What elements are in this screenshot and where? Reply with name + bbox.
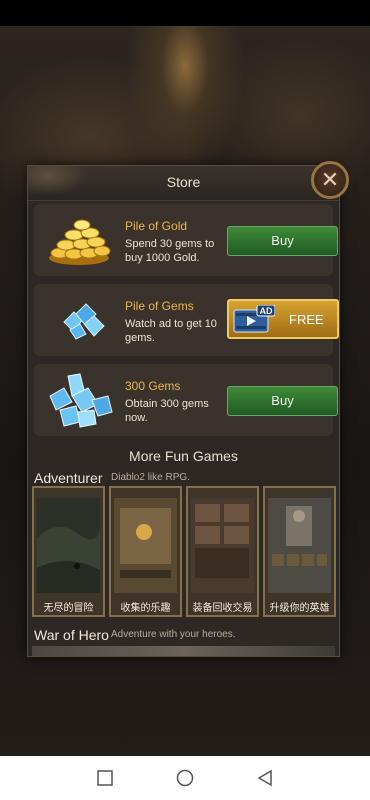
video-ad-icon: AD: [233, 305, 275, 333]
game-screenshot[interactable]: 收集的乐趣: [109, 486, 182, 617]
buy-gold-button[interactable]: Buy: [227, 226, 338, 256]
game-screenshot[interactable]: 装备回收交易: [186, 486, 259, 617]
close-icon: ✕: [320, 167, 340, 192]
screenshot-caption: 装备回收交易: [192, 603, 253, 614]
free-label: FREE: [289, 312, 324, 327]
triangle-icon[interactable]: [255, 768, 275, 788]
store-item-gold: Pile of Gold Spend 30 gems to buy 1000 G…: [34, 204, 338, 276]
store-item-gems-ad: Pile of Gems Watch ad to get 10 gems. AD…: [34, 284, 339, 356]
item-description: Spend 30 gems to buy 1000 Gold.: [125, 238, 215, 264]
screenshot-caption: 收集的乐趣: [120, 603, 171, 614]
game-tagline: Diablo2 like RPG.: [111, 472, 190, 483]
screenshot-caption: 升级你的英雄: [269, 603, 330, 614]
game-name-war-of-hero[interactable]: War of Hero: [34, 627, 109, 643]
next-game-preview[interactable]: [32, 646, 335, 656]
store-title: Store: [166, 174, 201, 190]
buy-300-gems-button[interactable]: Buy: [227, 386, 338, 416]
screenshot-image: [114, 498, 177, 593]
item-name: Pile of Gold: [125, 219, 188, 233]
close-button[interactable]: ✕: [311, 161, 349, 199]
game-screenshot[interactable]: 升级你的英雄: [263, 486, 336, 617]
store-item-300-gems: 300 Gems Obtain 300 gems now. Buy: [34, 364, 338, 436]
game-name-adventurer[interactable]: Adventurer: [34, 470, 102, 486]
gems-icon: [63, 303, 105, 340]
square-icon[interactable]: [95, 768, 115, 788]
item-name: Pile of Gems: [125, 299, 194, 313]
navigation-bar: [0, 756, 370, 800]
gem-cluster-icon: [49, 373, 113, 428]
game-tagline: Adventure with your heroes.: [111, 629, 236, 640]
watch-ad-free-button[interactable]: AD FREE: [227, 299, 339, 339]
status-bar: [0, 0, 370, 26]
game-screenshot[interactable]: 无尽的冒险: [32, 486, 105, 617]
item-description: Obtain 300 gems now.: [125, 398, 209, 424]
screenshot-image: [37, 498, 100, 593]
screenshot-caption: 无尽的冒险: [43, 603, 94, 614]
item-name: 300 Gems: [125, 379, 181, 393]
ad-badge: AD: [260, 306, 273, 316]
screenshot-image: [268, 498, 331, 593]
more-games-title: More Fun Games: [129, 448, 238, 464]
store-header: Store: [28, 166, 339, 201]
store-panel: Store Pile of Gold Spend 30 gems to buy …: [27, 165, 340, 657]
screenshot-image: [191, 498, 254, 593]
gold-coins-icon: [49, 219, 111, 265]
item-description: Watch ad to get 10 gems.: [125, 318, 217, 344]
circle-icon[interactable]: [175, 768, 195, 788]
